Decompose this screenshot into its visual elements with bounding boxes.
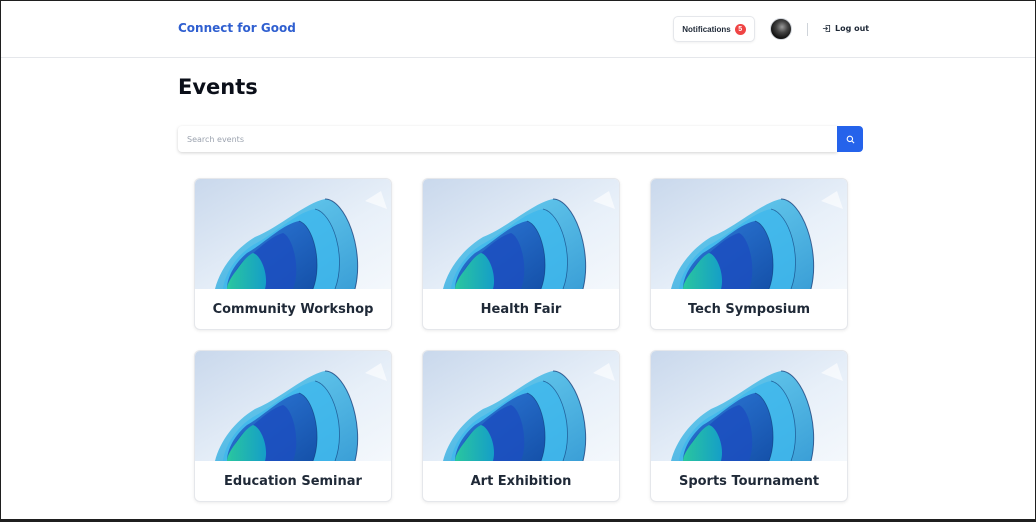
- notifications-label: Notifications: [682, 24, 731, 34]
- event-card[interactable]: Community Workshop: [194, 178, 392, 330]
- event-card[interactable]: Art Exhibition: [422, 350, 620, 502]
- event-title: Education Seminar: [224, 473, 362, 489]
- app-window: Connect for Good Notifications 5 Log out…: [1, 1, 1035, 519]
- event-card[interactable]: Education Seminar: [194, 350, 392, 502]
- avatar[interactable]: [770, 18, 792, 40]
- event-image: [195, 351, 391, 461]
- logout-label: Log out: [835, 24, 870, 33]
- notifications-button[interactable]: Notifications 5: [673, 16, 755, 42]
- event-image: [195, 179, 391, 289]
- search-input[interactable]: [178, 126, 837, 152]
- search-bar: [178, 126, 863, 152]
- brand-logo[interactable]: Connect for Good: [178, 21, 296, 35]
- logout-icon: [822, 24, 831, 33]
- logout-button[interactable]: Log out: [822, 24, 869, 33]
- page-title: Events: [178, 75, 258, 99]
- event-image: [423, 179, 619, 289]
- event-card[interactable]: Sports Tournament: [650, 350, 848, 502]
- event-card[interactable]: Health Fair: [422, 178, 620, 330]
- event-title: Art Exhibition: [470, 473, 572, 489]
- event-title: Health Fair: [480, 301, 562, 317]
- event-title: Sports Tournament: [678, 473, 820, 489]
- event-image: [423, 351, 619, 461]
- event-title: Tech Symposium: [687, 301, 811, 317]
- event-image: [651, 351, 847, 461]
- event-title: Community Workshop: [212, 301, 374, 317]
- top-nav: Connect for Good Notifications 5 Log out: [1, 1, 1035, 58]
- event-card[interactable]: Tech Symposium: [650, 178, 848, 330]
- event-image: [651, 179, 847, 289]
- notifications-badge: 5: [734, 23, 746, 35]
- search-icon: [846, 135, 854, 143]
- nav-divider: [807, 23, 808, 36]
- search-button[interactable]: [837, 126, 863, 152]
